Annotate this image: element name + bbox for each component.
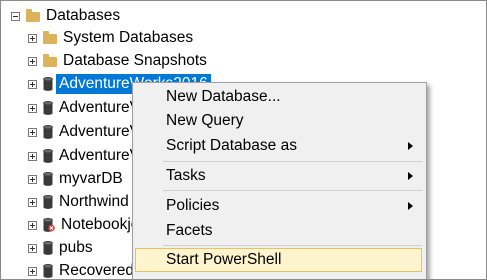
- tree-node-database-error[interactable]: Notebookje: [28, 213, 139, 237]
- menu-item-new-database[interactable]: New Database...: [135, 85, 422, 109]
- database-error-icon: [43, 218, 55, 232]
- tree-node-label: Notebookje: [61, 216, 140, 233]
- expand-icon[interactable]: [28, 243, 37, 253]
- tree-node-label: System Databases: [63, 29, 194, 46]
- expand-icon[interactable]: [28, 103, 37, 113]
- tree-node-database[interactable]: myvarDB: [28, 167, 123, 191]
- expand-icon[interactable]: [28, 79, 37, 89]
- expand-icon[interactable]: [28, 127, 37, 137]
- menu-item-label: Start PowerShell: [166, 251, 282, 268]
- menu-item-label: Policies: [166, 197, 220, 214]
- object-explorer-panel: Databases System Databases Database Snap…: [0, 0, 487, 280]
- tree-node-database[interactable]: Recovered: [28, 259, 134, 279]
- database-icon: [43, 241, 53, 255]
- submenu-arrow-icon: [408, 172, 413, 180]
- database-icon: [43, 195, 53, 209]
- menu-item-script-database-as[interactable]: Script Database as: [135, 134, 422, 158]
- menu-item-label: New Database...: [166, 88, 281, 105]
- menu-item-policies[interactable]: Policies: [135, 194, 422, 218]
- tree-node-database[interactable]: AdventureV: [28, 144, 140, 168]
- tree-node-label: pubs: [59, 239, 93, 256]
- menu-item-label: Script Database as: [166, 137, 297, 154]
- tree-node-label: Databases: [46, 7, 121, 24]
- tree-node-database[interactable]: Northwind: [28, 190, 129, 214]
- database-icon: [43, 101, 53, 115]
- menu-item-facets[interactable]: Facets: [135, 219, 422, 243]
- tree-node-label: Database Snapshots: [63, 52, 207, 69]
- database-icon: [43, 264, 53, 278]
- expand-icon[interactable]: [28, 197, 37, 207]
- tree-node-label: AdventureV: [59, 99, 140, 116]
- expand-icon[interactable]: [28, 56, 37, 66]
- tree-node-database[interactable]: pubs: [28, 236, 93, 260]
- menu-item-start-powershell[interactable]: Start PowerShell: [135, 248, 422, 272]
- folder-icon: [26, 9, 40, 22]
- menu-item-new-query[interactable]: New Query: [135, 109, 422, 133]
- tree-node-label: Recovered: [59, 262, 134, 279]
- menu-item-label: Tasks: [166, 167, 206, 184]
- submenu-arrow-icon: [408, 202, 413, 210]
- tree-node-label: AdventureV: [59, 147, 140, 164]
- menu-item-label: New Query: [166, 112, 244, 129]
- tree-node-label: myvarDB: [59, 170, 123, 187]
- folder-icon: [43, 54, 57, 67]
- expand-icon[interactable]: [28, 151, 37, 161]
- submenu-arrow-icon: [408, 142, 413, 150]
- tree-node-database-snapshots[interactable]: Database Snapshots: [28, 49, 207, 73]
- menu-separator: [163, 161, 422, 162]
- menu-separator: [163, 245, 422, 246]
- tree-node-label: AdventureV: [59, 123, 140, 140]
- folder-icon: [43, 31, 57, 44]
- menu-item-label: Facets: [166, 222, 213, 239]
- tree-node-database[interactable]: AdventureV: [28, 120, 140, 144]
- database-icon: [43, 172, 53, 186]
- expand-icon[interactable]: [28, 174, 37, 184]
- tree-node-database[interactable]: AdventureV: [28, 96, 140, 120]
- database-icon: [43, 125, 53, 139]
- context-menu: New Database... New Query Script Databas…: [132, 82, 427, 279]
- expand-icon[interactable]: [28, 33, 37, 43]
- menu-separator: [163, 190, 422, 191]
- menu-item-tasks[interactable]: Tasks: [135, 164, 422, 188]
- collapse-icon[interactable]: [11, 11, 20, 21]
- expand-icon[interactable]: [28, 220, 37, 230]
- tree-node-system-databases[interactable]: System Databases: [28, 26, 193, 50]
- database-icon: [43, 149, 53, 163]
- expand-icon[interactable]: [28, 266, 37, 276]
- tree-node-databases[interactable]: Databases: [11, 4, 120, 28]
- database-icon: [43, 77, 53, 91]
- tree-node-label: Northwind: [59, 193, 129, 210]
